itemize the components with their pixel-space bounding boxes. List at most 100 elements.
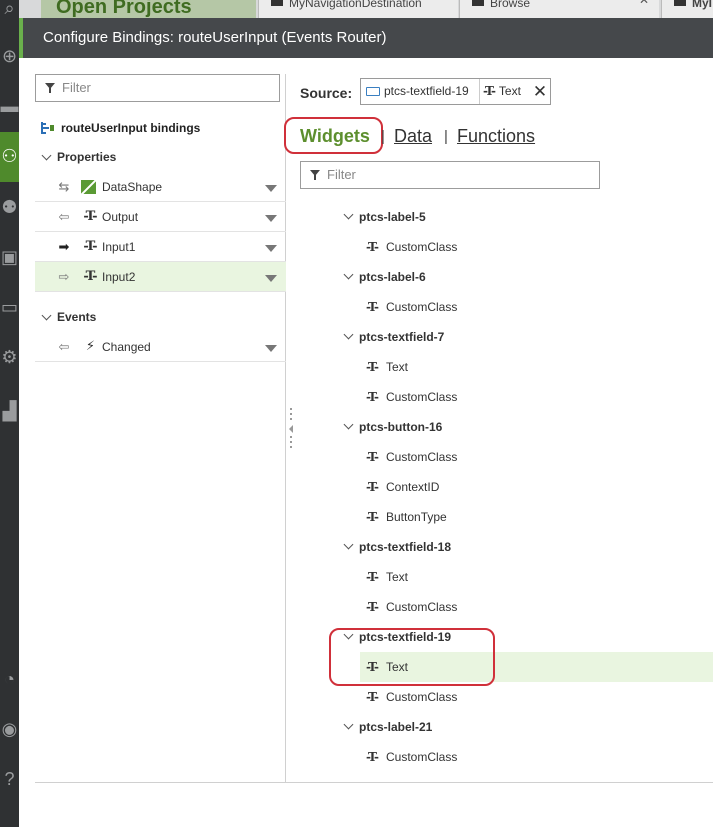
close-icon[interactable]: ✕ (639, 0, 649, 6)
network-icon[interactable]: ⚇ (0, 142, 19, 170)
widget-property-item[interactable]: -T- CustomClass (360, 592, 713, 622)
source-property-chip: -T- Text (483, 79, 521, 104)
inbound-bound-arrow-icon: ➡ (58, 239, 70, 254)
monitor-icon[interactable]: ▭ (0, 293, 19, 321)
top-tab-bar: Open Projects MyNavigationDestination Br… (19, 0, 713, 18)
lightning-icon: ⚡ (85, 339, 95, 354)
dialog-divider (35, 782, 713, 783)
chevron-down-icon (41, 310, 52, 321)
text-type-icon: -T- (366, 450, 379, 464)
widget-property-label: Text (386, 570, 409, 584)
tab-label: Browse (490, 0, 531, 10)
source-property-label: Text (498, 84, 521, 98)
widget-filter-input[interactable]: Filter (300, 161, 600, 189)
text-type-icon: -T- (366, 300, 379, 314)
bindings-filter-input[interactable]: Filter (35, 74, 280, 102)
widget-property-label: Text (386, 360, 409, 374)
source-selector[interactable]: ptcs-textfield-19 -T- Text ✕ (360, 78, 551, 105)
clear-source-button[interactable]: ✕ (531, 79, 549, 104)
bindings-root: routeUserInput bindings (41, 119, 200, 137)
source-widget-chip: ptcs-textfield-19 (366, 79, 469, 104)
widget-property-label: CustomClass (386, 600, 458, 614)
widget-property-label: CustomClass (386, 450, 458, 464)
widget-property-item[interactable]: -T- CustomClass (360, 292, 713, 322)
widget-property-item[interactable]: -T- ContextID (360, 472, 713, 502)
widget-property-label: CustomClass (386, 240, 458, 254)
root-label: routeUserInput bindings (61, 121, 201, 135)
events-section-toggle[interactable]: Events (35, 307, 96, 327)
widget-property-item[interactable]: -T- CustomClass (360, 682, 713, 712)
text-type-icon: -T- (83, 209, 97, 224)
browse-icon (472, 0, 484, 6)
widget-property-item[interactable]: -T- Text (360, 352, 713, 382)
tab-data[interactable]: Data (394, 124, 432, 148)
filter-icon (310, 170, 320, 180)
account-icon[interactable]: ◉ (0, 715, 19, 743)
property-label: Input2 (102, 270, 136, 284)
widget-group-ptcs-label-6[interactable]: ptcs-label-6 (343, 267, 426, 287)
folder-icon[interactable]: ▬ (0, 92, 19, 120)
widget-group-ptcs-button-16[interactable]: ptcs-button-16 (343, 417, 443, 437)
source-label: Source: (300, 85, 353, 101)
properties-section-toggle[interactable]: Properties (35, 147, 116, 167)
filter-icon (45, 83, 55, 93)
text-type-icon: -T- (83, 269, 97, 284)
widget-property-label: CustomClass (386, 390, 458, 404)
tab-open-projects[interactable]: Open Projects (41, 0, 256, 18)
widget-name: ptcs-textfield-18 (359, 540, 452, 554)
question-icon[interactable]: ? (0, 765, 19, 793)
help-icon[interactable]: ◔ (0, 665, 19, 693)
add-icon[interactable]: ⊕ (0, 42, 19, 70)
tab-my-navigation-destination[interactable]: MyNavigationDestination (258, 0, 458, 18)
dropdown-caret-icon[interactable] (265, 345, 277, 352)
widget-name: ptcs-textfield-7 (359, 330, 445, 344)
tab-myi[interactable]: MyI (661, 0, 713, 18)
dropdown-caret-icon[interactable] (265, 275, 277, 282)
widget-group-ptcs-label-21[interactable]: ptcs-label-21 (343, 717, 432, 737)
widget-property-item[interactable]: -T- CustomClass (360, 442, 713, 472)
panel-splitter-handle[interactable] (288, 408, 294, 452)
widget-property-label: CustomClass (386, 750, 458, 764)
property-row-input2[interactable]: ⇨ -T- Input2 (35, 262, 286, 292)
dropdown-caret-icon[interactable] (265, 185, 277, 192)
tab-label: MyI (692, 0, 713, 10)
analytics-icon[interactable]: ▟ (0, 397, 19, 425)
outbound-arrow-icon: ⇦ (58, 209, 70, 224)
events-label: Events (57, 310, 97, 324)
lock-icon[interactable]: ▣ (0, 243, 19, 271)
property-row-input1[interactable]: ➡ -T- Input1 (35, 232, 286, 262)
widget-group-ptcs-label-5[interactable]: ptcs-label-5 (343, 207, 426, 227)
inbound-arrow-icon: ⇨ (58, 269, 70, 284)
text-type-icon: -T- (366, 510, 379, 524)
users-icon[interactable]: ⚉ (0, 193, 19, 221)
widget-name: ptcs-button-16 (359, 420, 443, 434)
tab-separator: | (381, 128, 385, 145)
widget-property-label: CustomClass (386, 690, 458, 704)
widget-property-item[interactable]: -T- ButtonType (360, 502, 713, 532)
tab-browse[interactable]: Browse ✕ (459, 0, 659, 18)
widget-property-item[interactable]: -T- CustomClass (360, 232, 713, 262)
widget-property-item[interactable]: -T- CustomClass (360, 382, 713, 412)
widget-group-ptcs-textfield-18[interactable]: ptcs-textfield-18 (343, 537, 452, 557)
event-label: Changed (102, 340, 151, 354)
event-row-changed[interactable]: ⇦ ⚡ Changed (35, 332, 286, 362)
tab-widgets[interactable]: Widgets (300, 124, 370, 148)
mashup-icon (674, 0, 686, 6)
chevron-down-icon (343, 539, 354, 550)
property-row-output[interactable]: ⇦ -T- Output (35, 202, 286, 232)
text-type-icon: -T- (366, 360, 379, 374)
widget-group-ptcs-textfield-7[interactable]: ptcs-textfield-7 (343, 327, 445, 347)
gear-icon[interactable]: ⚙ (0, 343, 19, 371)
dropdown-caret-icon[interactable] (265, 245, 277, 252)
widget-property-label: CustomClass (386, 300, 458, 314)
text-type-icon: -T- (366, 240, 379, 254)
text-type-icon: -T- (366, 480, 379, 494)
dropdown-caret-icon[interactable] (265, 215, 277, 222)
tab-separator: | (444, 128, 448, 145)
property-row-datashape[interactable]: ⇆ DataShape (35, 172, 286, 202)
widget-property-item[interactable]: -T- Text (360, 562, 713, 592)
tab-functions[interactable]: Functions (457, 124, 535, 148)
widget-property-item[interactable]: -T- CustomClass (360, 742, 713, 772)
search-icon[interactable]: ⌕ (0, 0, 19, 22)
chevron-down-icon (343, 329, 354, 340)
